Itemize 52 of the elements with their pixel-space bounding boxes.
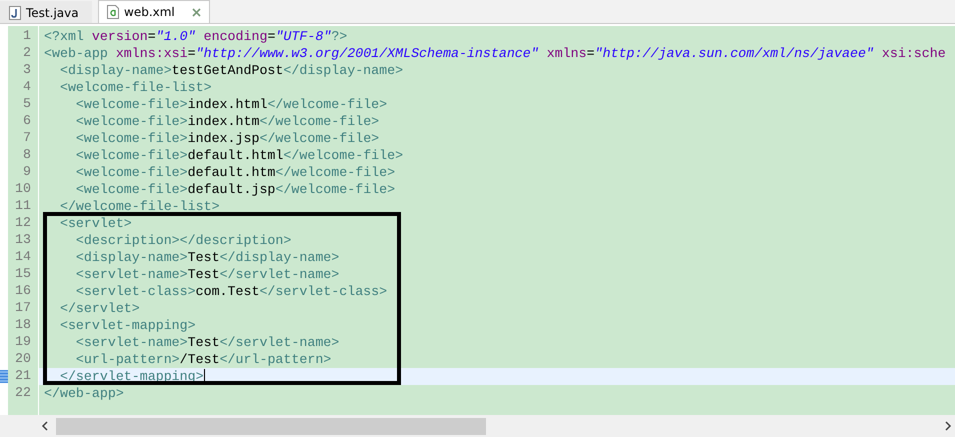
code-line: <welcome-file>default.jsp</welcome-file> — [74, 182, 396, 197]
code-line: <servlet> — [58, 216, 132, 231]
code-line: </servlet-mapping> — [58, 369, 204, 384]
code-line: <servlet-class>com.Test</servlet-class> — [74, 284, 388, 299]
line-number: 4 — [22, 79, 32, 96]
close-icon[interactable] — [192, 8, 201, 16]
code-line: </welcome-file-list> — [58, 199, 220, 214]
line-number: 11 — [14, 198, 32, 215]
line-number: 12 — [14, 215, 32, 232]
line-number: 7 — [22, 130, 32, 147]
line-number: 5 — [22, 96, 32, 113]
line-number: 15 — [14, 266, 32, 283]
line-number: 9 — [22, 164, 32, 181]
code-line: <?xml version="1.0" encoding="UTF-8"?> — [44, 29, 348, 44]
editor-tab[interactable]: Test.java — [0, 1, 92, 23]
line-number: 13 — [14, 232, 32, 249]
code-line: <web-app xmlns:xsi="http://www.w3.org/2001/XMLSchema-instance" xmlns="http://java.sun.com/xml/ns/javaee" xsi:sche — [44, 46, 946, 61]
line-number: 14 — [14, 249, 32, 266]
code-line: <display-name>Test</display-name> — [74, 250, 340, 265]
scrollbar-thumb[interactable] — [56, 418, 486, 434]
code-line: <servlet-name>Test</servlet-name> — [74, 267, 340, 282]
line-number: 21 — [14, 368, 32, 385]
code-line: <description></description> — [74, 233, 292, 248]
code-line: </web-app> — [44, 386, 124, 401]
text-cursor — [204, 369, 205, 384]
code-line: <servlet-mapping> — [58, 318, 196, 333]
code-line: <welcome-file>index.htm</welcome-file> — [74, 114, 380, 129]
code-line: </servlet> — [58, 301, 140, 316]
code-line: <welcome-file-list> — [58, 80, 212, 95]
line-number: 2 — [22, 45, 32, 62]
line-number: 22 — [14, 385, 32, 402]
java-file-icon — [9, 6, 21, 20]
code-line: <welcome-file>index.jsp</welcome-file> — [74, 131, 380, 146]
code-line: <display-name>testGetAndPost</display-name> — [58, 63, 404, 78]
code-line: <welcome-file>default.htm</welcome-file> — [74, 165, 396, 180]
code-line: <url-pattern>/Test</url-pattern> — [74, 352, 332, 367]
line-number: 18 — [14, 317, 32, 334]
line-number: 10 — [14, 181, 32, 198]
line-number: 16 — [14, 283, 32, 300]
editor-tab[interactable]: web.xml — [98, 0, 210, 23]
line-number: 20 — [14, 351, 32, 368]
code-line: <servlet-name>Test</servlet-name> — [74, 335, 340, 350]
line-number: 1 — [22, 28, 32, 45]
code-line: <welcome-file>index.html</welcome-file> — [74, 97, 388, 112]
code-line: <welcome-file>default.html</welcome-file> — [74, 148, 404, 163]
line-number: 3 — [22, 62, 32, 79]
line-number: 19 — [14, 334, 32, 351]
xml-file-icon — [107, 5, 119, 19]
line-number: 8 — [22, 147, 32, 164]
code-editor[interactable] — [0, 26, 955, 415]
line-number: 17 — [14, 300, 32, 317]
line-number: 6 — [22, 113, 32, 130]
